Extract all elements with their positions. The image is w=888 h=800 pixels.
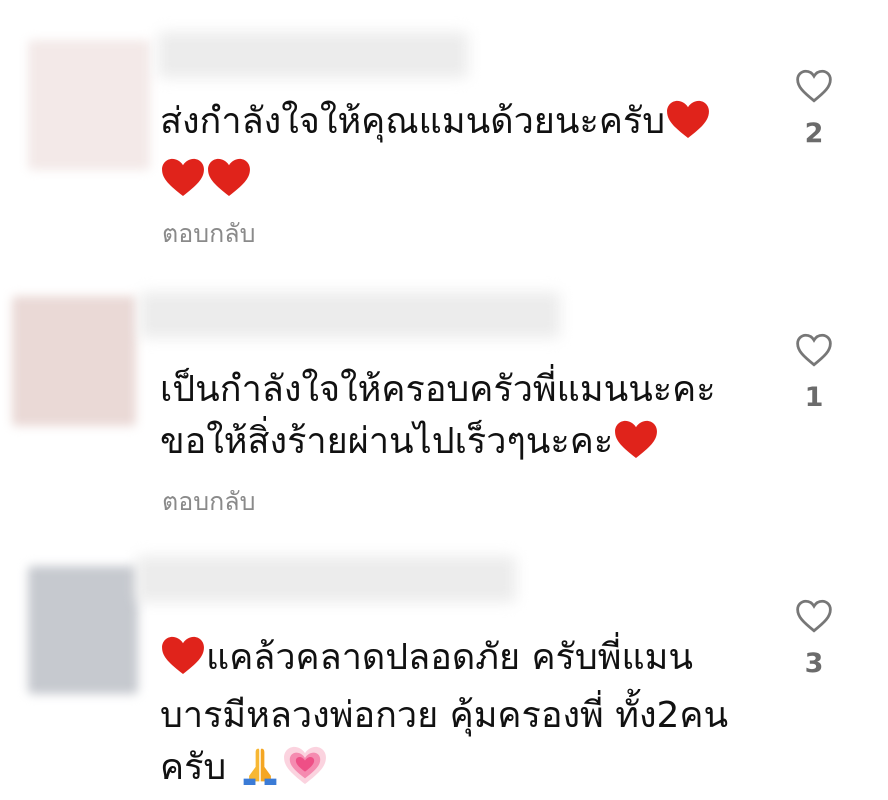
reply-button[interactable]: ตอบกลับ <box>162 482 255 522</box>
comment-line-1: เป็นกำลังใจให้ครอบครัวพี่แมนนะคะ <box>160 369 716 410</box>
like-button[interactable]: 1 <box>792 332 836 413</box>
comment-line-3: ครับ <box>160 747 227 788</box>
like-button[interactable]: 2 <box>792 68 836 149</box>
username-blurred[interactable] <box>140 292 560 338</box>
avatar[interactable] <box>28 40 150 170</box>
red-heart-icon <box>160 157 206 212</box>
comment-line-2: ขอให้สิ่งร้ายผ่านไปเร็วๆนะคะ <box>160 421 614 462</box>
heart-outline-icon[interactable] <box>792 598 836 634</box>
comment-text: ส่งกำลังใจให้คุณแมนด้วยนะครับ <box>160 96 711 212</box>
username-blurred[interactable] <box>158 32 468 78</box>
comment-line-1: แคล้วคลาดปลอดภัย ครับพี่แมน <box>206 637 694 678</box>
avatar[interactable] <box>12 296 136 426</box>
comment-line-2: บารมีหลวงพ่อกวย คุ้มครองพี่ ทั้ง2คน <box>160 695 729 736</box>
red-heart-icon <box>206 157 252 212</box>
reply-button[interactable]: ตอบกลับ <box>162 214 255 254</box>
heart-outline-icon[interactable] <box>792 68 836 104</box>
red-heart-icon <box>665 99 711 154</box>
avatar[interactable] <box>28 566 138 694</box>
comment-text: แคล้วคลาดปลอดภัย ครับพี่แมน บารมีหลวงพ่อ… <box>160 632 728 800</box>
like-count: 1 <box>804 382 824 413</box>
heart-outline-icon[interactable] <box>792 332 836 368</box>
comment-text: เป็นกำลังใจให้ครอบครัวพี่แมนนะคะ ขอให้สิ… <box>160 364 716 474</box>
red-heart-icon <box>613 419 659 474</box>
username-blurred[interactable] <box>136 556 516 602</box>
like-count: 3 <box>804 648 824 679</box>
like-button[interactable]: 3 <box>792 598 836 679</box>
red-heart-icon <box>160 635 206 690</box>
like-count: 2 <box>804 118 824 149</box>
comment-line-1: ส่งกำลังใจให้คุณแมนด้วยนะครับ <box>160 101 666 142</box>
